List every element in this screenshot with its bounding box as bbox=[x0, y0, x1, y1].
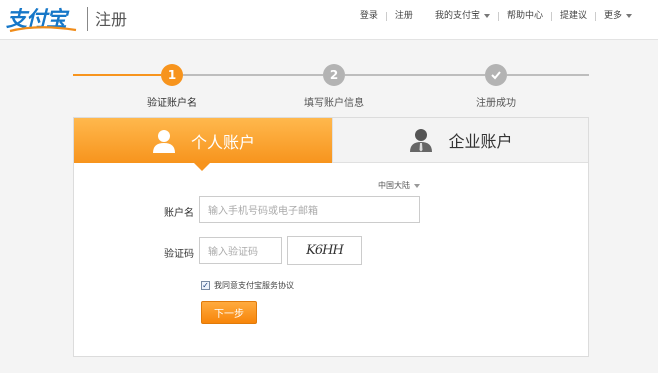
nav-feedback[interactable]: 提建议 bbox=[552, 10, 595, 22]
nav-register[interactable]: 注册 bbox=[387, 10, 421, 22]
next-step-button[interactable]: 下一步 bbox=[201, 301, 257, 324]
step-2-circle: 2 bbox=[323, 64, 345, 86]
step-line-1 bbox=[73, 74, 161, 76]
chevron-down-icon bbox=[626, 14, 632, 18]
step-line-2 bbox=[183, 74, 323, 76]
captcha-text: K6HH bbox=[306, 243, 344, 258]
account-name-input[interactable]: 输入手机号码或电子邮箱 bbox=[199, 196, 420, 223]
captcha-placeholder: 输入验证码 bbox=[208, 247, 258, 258]
nav-help[interactable]: 帮助中心 bbox=[499, 10, 551, 22]
nav-more-label: 更多 bbox=[603, 11, 622, 21]
step-1-label: 验证账户名 bbox=[147, 98, 197, 109]
register-card: 个人账户 企业账户 中国大陆 账户名 输入手机号码或电子邮箱 验证码 输入验证码… bbox=[73, 117, 589, 357]
step-2-label: 填写账户信息 bbox=[304, 98, 364, 109]
nav-register-label: 注册 bbox=[394, 11, 413, 21]
top-header: 支付宝 注册 登录 注册 我的支付宝 帮助中心 提建议 更多 bbox=[0, 0, 658, 40]
step-3-circle bbox=[485, 64, 507, 86]
region-selector[interactable]: 中国大陆 bbox=[378, 180, 420, 191]
tab-active-pointer bbox=[194, 163, 210, 171]
alipay-logo[interactable]: 支付宝 bbox=[6, 5, 77, 33]
nav-my-alipay-label: 我的支付宝 bbox=[434, 11, 480, 21]
nav-help-label: 帮助中心 bbox=[506, 11, 543, 21]
tab-enterprise-account[interactable]: 企业账户 bbox=[332, 118, 588, 163]
step-1-number: 1 bbox=[167, 68, 177, 82]
agreement-text[interactable]: 我同意支付宝服务协议 bbox=[214, 280, 294, 291]
chevron-down-icon bbox=[414, 183, 420, 188]
agree-checkbox[interactable]: ✓ bbox=[201, 281, 210, 290]
person-icon bbox=[152, 129, 175, 153]
account-type-tabs: 个人账户 企业账户 bbox=[74, 118, 588, 171]
account-name-label: 账户名 bbox=[164, 208, 194, 219]
step-1-circle: 1 bbox=[161, 64, 183, 86]
nav-feedback-label: 提建议 bbox=[559, 11, 587, 21]
tab-enterprise-label: 企业账户 bbox=[448, 132, 513, 151]
chevron-down-icon bbox=[483, 14, 490, 18]
step-line-4 bbox=[507, 74, 589, 76]
step-3-label: 注册成功 bbox=[476, 98, 516, 109]
nav-my-alipay[interactable]: 我的支付宝 bbox=[427, 10, 498, 22]
progress-steps: 1 2 验证账户名 填写账户信息 注册成功 bbox=[0, 60, 658, 110]
business-person-icon bbox=[410, 129, 433, 152]
region-label: 中国大陆 bbox=[378, 181, 410, 190]
agreement-row: ✓ 我同意支付宝服务协议 bbox=[201, 280, 294, 291]
tab-personal-label: 个人账户 bbox=[190, 132, 255, 152]
captcha-image[interactable]: K6HH bbox=[287, 236, 362, 265]
tab-personal-account[interactable]: 个人账户 bbox=[74, 118, 332, 163]
logo-swoosh-icon bbox=[9, 26, 77, 33]
account-name-placeholder: 输入手机号码或电子邮箱 bbox=[208, 206, 318, 217]
next-step-label: 下一步 bbox=[214, 309, 244, 320]
step-2-number: 2 bbox=[329, 68, 339, 82]
nav-login-label: 登录 bbox=[359, 11, 378, 21]
nav-login[interactable]: 登录 bbox=[352, 10, 386, 22]
page-title: 注册 bbox=[95, 10, 128, 29]
captcha-input[interactable]: 输入验证码 bbox=[199, 237, 282, 264]
header-divider bbox=[87, 7, 88, 31]
nav-more[interactable]: 更多 bbox=[596, 10, 640, 22]
checkmark-icon bbox=[491, 71, 501, 80]
step-line-3 bbox=[345, 74, 485, 76]
top-nav: 登录 注册 我的支付宝 帮助中心 提建议 更多 bbox=[352, 10, 640, 22]
captcha-label: 验证码 bbox=[164, 249, 194, 260]
